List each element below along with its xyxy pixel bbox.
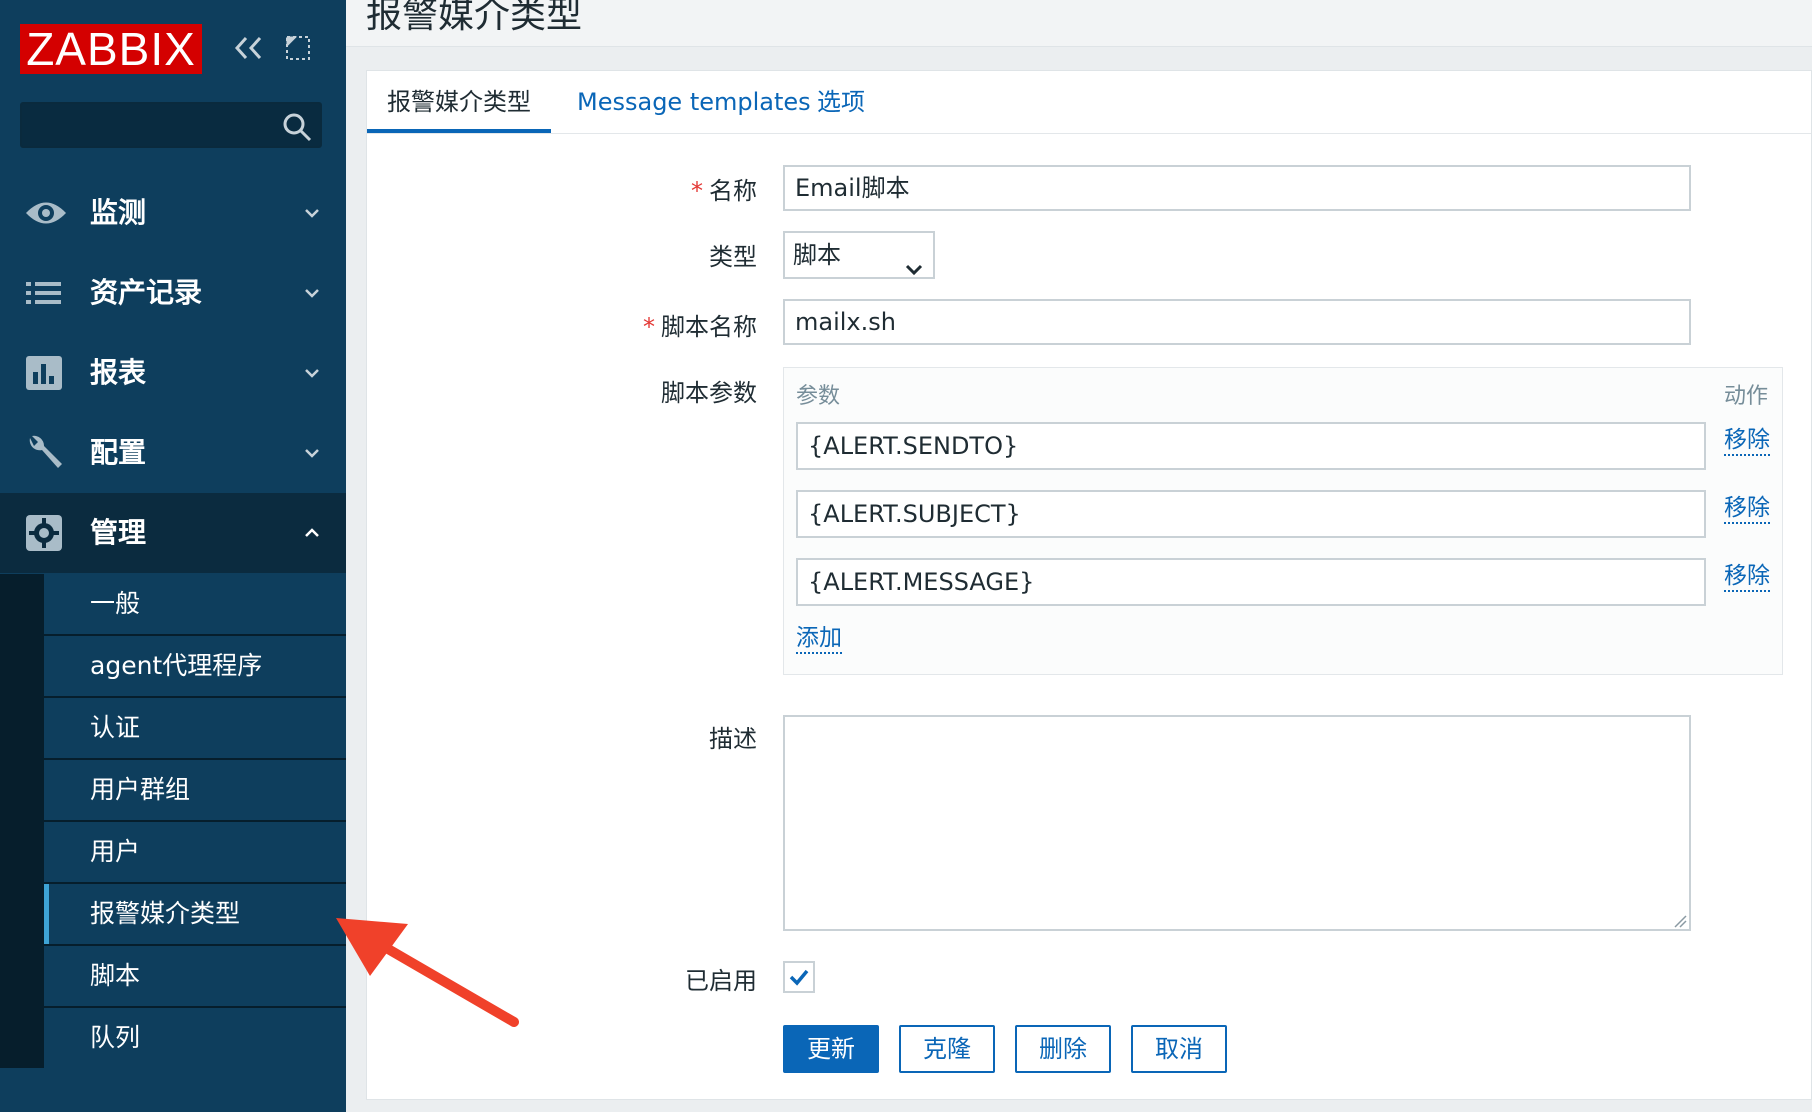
menu-item-administration[interactable]: 管理 [0, 493, 346, 573]
main-content: 报警媒介类型 报警媒介类型 Message templates 选项 * 名称 E… [346, 0, 1812, 1112]
menu-item-inventory[interactable]: 资产记录 [0, 253, 346, 333]
administration-submenu: 一般 agent代理程序 认证 用户群组 用户 报警媒介类型 脚本 队列 [0, 574, 346, 1068]
menu-label: 报表 [90, 356, 147, 389]
eye-icon [24, 194, 66, 232]
tab-bar: 报警媒介类型 Message templates 选项 [367, 71, 1811, 134]
menu-item-configuration[interactable]: 配置 [0, 413, 346, 493]
tab-media-type[interactable]: 报警媒介类型 [367, 71, 551, 133]
script-params-label: 脚本参数 [661, 379, 757, 407]
params-column-header: 参数 [796, 384, 841, 409]
cancel-button[interactable]: 取消 [1131, 1025, 1227, 1073]
delete-button[interactable]: 删除 [1015, 1025, 1111, 1073]
remove-param-2-link[interactable]: 移除 [1724, 494, 1770, 524]
param-input-1[interactable]: {ALERT.SENDTO} [796, 422, 1706, 470]
page-title: 报警媒介类型 [366, 0, 583, 36]
sidebar: ZABBIX 监测 资产记录 报表 配置 管理 一般 agent代理程序 认证 … [0, 0, 346, 1112]
name-label: * 名称 [691, 177, 757, 205]
annotation-arrow-icon [336, 918, 526, 1032]
tab-message-templates[interactable]: Message templates [557, 71, 831, 133]
description-label: 描述 [709, 725, 757, 753]
submenu-item-user-groups[interactable]: 用户群组 [44, 760, 346, 820]
actions-column-header: 动作 [1724, 384, 1769, 409]
chevron-down-icon [304, 205, 320, 221]
clone-button[interactable]: 克隆 [899, 1025, 995, 1073]
search-icon[interactable] [282, 112, 312, 142]
sidebar-search-input[interactable] [20, 102, 322, 148]
type-select-value: 脚本 [793, 241, 841, 269]
media-type-form-panel: 报警媒介类型 Message templates 选项 * 名称 Email脚本 … [366, 70, 1812, 1100]
script-name-label: * 脚本名称 [643, 313, 757, 341]
remove-param-1-link[interactable]: 移除 [1724, 426, 1770, 456]
checkmark-icon [789, 969, 809, 986]
chevron-up-icon [304, 525, 320, 541]
wrench-icon [24, 434, 64, 472]
menu-label: 管理 [90, 516, 147, 549]
submenu-item-general[interactable]: 一般 [44, 574, 346, 634]
param-input-3[interactable]: {ALERT.MESSAGE} [796, 558, 1706, 606]
enabled-checkbox[interactable] [783, 961, 815, 993]
chevron-down-icon [304, 445, 320, 461]
submenu-item-queue[interactable]: 队列 [44, 1008, 346, 1068]
param-input-2[interactable]: {ALERT.SUBJECT} [796, 490, 1706, 538]
submenu-item-proxies[interactable]: agent代理程序 [44, 636, 346, 696]
submenu-item-authentication[interactable]: 认证 [44, 698, 346, 758]
required-marker: * [691, 177, 703, 205]
script-params-table: 参数 动作 {ALERT.SENDTO} 移除 {ALERT.SUBJECT} … [783, 367, 1783, 675]
list-icon [24, 274, 64, 312]
zabbix-logo[interactable]: ZABBIX [20, 24, 202, 74]
type-select[interactable]: 脚本 [783, 231, 935, 279]
collapse-sidebar-icon[interactable] [232, 30, 266, 66]
menu-item-monitoring[interactable]: 监测 [0, 173, 346, 253]
required-marker: * [643, 313, 655, 341]
remove-param-3-link[interactable]: 移除 [1724, 562, 1770, 592]
resize-grip-icon[interactable] [1673, 913, 1687, 928]
menu-label: 配置 [90, 436, 147, 469]
submenu-item-scripts[interactable]: 脚本 [44, 946, 346, 1006]
script-name-input[interactable]: mailx.sh [783, 299, 1691, 345]
menu-item-reports[interactable]: 报表 [0, 333, 346, 413]
menu-label: 监测 [90, 196, 147, 229]
submenu-item-media-types[interactable]: 报警媒介类型 [44, 884, 346, 944]
bar-chart-icon [24, 354, 64, 392]
type-label: 类型 [709, 243, 757, 271]
name-input[interactable]: Email脚本 [783, 165, 1691, 211]
menu-label: 资产记录 [90, 276, 203, 309]
description-textarea[interactable] [783, 715, 1691, 931]
chevron-down-icon [304, 285, 320, 301]
kiosk-mode-icon[interactable] [284, 34, 312, 62]
submenu-item-users[interactable]: 用户 [44, 822, 346, 882]
page-header: 报警媒介类型 [346, 0, 1812, 47]
chevron-down-icon [905, 247, 923, 276]
tab-options[interactable]: 选项 [797, 71, 885, 133]
add-param-link[interactable]: 添加 [796, 624, 842, 654]
chevron-down-icon [304, 365, 320, 381]
gear-icon [24, 514, 64, 552]
update-button[interactable]: 更新 [783, 1025, 879, 1073]
